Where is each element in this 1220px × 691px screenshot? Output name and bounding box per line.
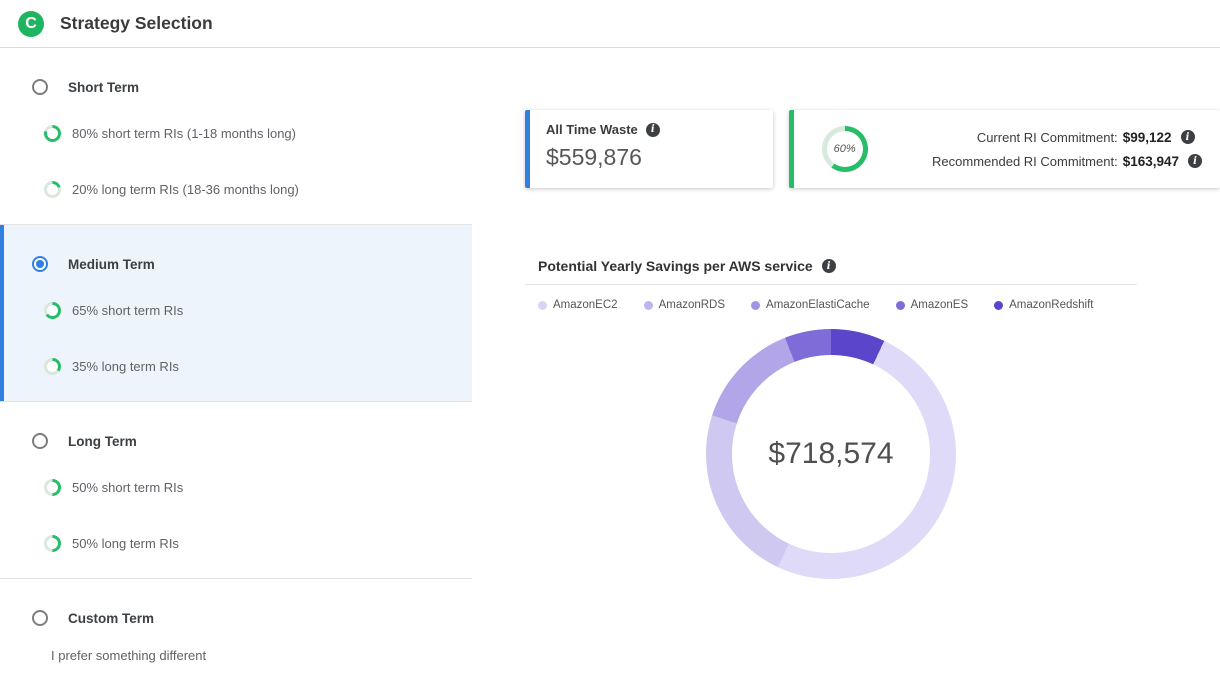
recommended-commitment-row: Recommended RI Commitment: $163,947 i [890, 154, 1202, 169]
custom-term-radio-row: Custom Term [32, 609, 456, 627]
allocation-ring-icon [44, 479, 61, 496]
long-term-radio-row: Long Term [32, 432, 456, 450]
donut-wrap: $718,574 [525, 329, 1137, 579]
allocation-text: 35% long term RIs [72, 359, 179, 374]
allocation-ring-icon [44, 181, 61, 198]
custom-term-note: I prefer something different [51, 648, 456, 663]
allocation-text: 20% long term RIs (18-36 months long) [72, 182, 299, 197]
allocation-item: 35% long term RIs [44, 357, 456, 375]
legend-label: AmazonRDS [659, 299, 725, 311]
current-commitment-value: $99,122 [1123, 130, 1172, 145]
allocation-ring-icon [44, 125, 61, 142]
savings-chart-section: Potential Yearly Savings per AWS service… [525, 248, 1137, 579]
chart-title: Potential Yearly Savings per AWS service [538, 258, 813, 274]
option-label: Medium Term [68, 257, 155, 272]
long-term-radio[interactable] [32, 433, 48, 449]
chart-header: Potential Yearly Savings per AWS service… [525, 248, 1137, 285]
allocation-item: 20% long term RIs (18-36 months long) [44, 180, 456, 198]
custom-term-radio[interactable] [32, 610, 48, 626]
summary-cards-row: All Time Waste i $559,876 60% Current RI… [525, 110, 1220, 188]
strategy-option-medium-term[interactable]: Medium Term 65% short term RIs 35% long … [0, 225, 472, 402]
legend-label: AmazonEC2 [553, 299, 618, 311]
ring-percent-label: 60% [834, 143, 856, 155]
allocation-item: 65% short term RIs [44, 301, 456, 319]
legend-dot-icon [644, 301, 653, 310]
medium-term-radio[interactable] [32, 256, 48, 272]
ri-commitment-progress-ring: 60% [822, 126, 868, 172]
info-icon[interactable]: i [822, 259, 836, 273]
legend-dot-icon [751, 301, 760, 310]
legend-item-amazonec2[interactable]: AmazonEC2 [538, 299, 618, 311]
short-term-radio[interactable] [32, 79, 48, 95]
allocation-item: 80% short term RIs (1-18 months long) [44, 124, 456, 142]
donut-hole: $718,574 [732, 355, 930, 553]
allocation-text: 80% short term RIs (1-18 months long) [72, 126, 296, 141]
legend-dot-icon [538, 301, 547, 310]
current-commitment-row: Current RI Commitment: $99,122 i [890, 130, 1202, 145]
legend-dot-icon [994, 301, 1003, 310]
recommended-commitment-value: $163,947 [1123, 154, 1179, 169]
allocation-text: 50% long term RIs [72, 536, 179, 551]
legend-label: AmazonElastiCache [766, 299, 870, 311]
legend-item-amazones[interactable]: AmazonES [896, 299, 969, 311]
legend-dot-icon [896, 301, 905, 310]
legend-item-amazonrds[interactable]: AmazonRDS [644, 299, 725, 311]
legend-label: AmazonES [911, 299, 969, 311]
legend-item-amazonelasticache[interactable]: AmazonElastiCache [751, 299, 870, 311]
allocation-item: 50% short term RIs [44, 478, 456, 496]
short-term-radio-row: Short Term [32, 78, 456, 96]
info-icon[interactable]: i [646, 123, 660, 137]
app-header: C Strategy Selection [0, 0, 1220, 48]
option-label: Custom Term [68, 611, 154, 626]
chart-legend: AmazonEC2 AmazonRDS AmazonElastiCache Am… [538, 299, 1137, 311]
option-label: Short Term [68, 80, 139, 95]
strategy-option-long-term[interactable]: Long Term 50% short term RIs 50% long te… [0, 402, 472, 579]
all-time-waste-card: All Time Waste i $559,876 [525, 110, 773, 188]
allocation-ring-icon [44, 302, 61, 319]
allocation-text: 50% short term RIs [72, 480, 183, 495]
donut-total-value: $718,574 [768, 437, 893, 471]
info-icon[interactable]: i [1188, 154, 1202, 168]
allocation-text: 65% short term RIs [72, 303, 183, 318]
recommended-commitment-label: Recommended RI Commitment: [890, 154, 1118, 169]
page-title: Strategy Selection [60, 13, 213, 34]
all-time-waste-title: All Time Waste [546, 122, 638, 137]
ri-commitment-card: 60% Current RI Commitment: $99,122 i Rec… [789, 110, 1220, 188]
strategy-option-custom-term[interactable]: Custom Term I prefer something different [0, 579, 472, 689]
allocation-item: 50% long term RIs [44, 534, 456, 552]
legend-label: AmazonRedshift [1009, 299, 1093, 311]
brand-logo-icon: C [18, 11, 44, 37]
current-commitment-label: Current RI Commitment: [890, 130, 1118, 145]
strategy-option-short-term[interactable]: Short Term 80% short term RIs (1-18 mont… [0, 48, 472, 225]
all-time-waste-value: $559,876 [546, 144, 757, 171]
allocation-ring-icon [44, 358, 61, 375]
option-label: Long Term [68, 434, 137, 449]
medium-term-radio-row: Medium Term [32, 255, 456, 273]
savings-donut-chart: $718,574 [706, 329, 956, 579]
allocation-ring-icon [44, 535, 61, 552]
legend-item-amazonredshift[interactable]: AmazonRedshift [994, 299, 1093, 311]
info-icon[interactable]: i [1181, 130, 1195, 144]
strategy-panel: Short Term 80% short term RIs (1-18 mont… [0, 48, 472, 689]
